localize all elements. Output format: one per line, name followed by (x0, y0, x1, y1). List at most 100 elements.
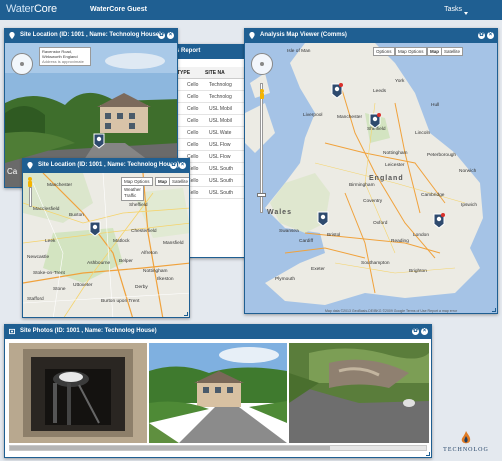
photo-scrollbar-thumb[interactable] (10, 446, 330, 450)
close-icon[interactable]: × (179, 162, 186, 169)
pegman-icon[interactable] (27, 177, 33, 188)
map-attribution: Map data ©2013 GeoBasis-DE/BKG ©2009 Goo… (325, 309, 458, 313)
analysis-map[interactable]: Options Map Options Map Satellite Isle o… (245, 43, 497, 313)
app-logo[interactable]: WaterCore (6, 3, 57, 15)
place-label: Peterborough (427, 153, 457, 158)
map-marker-icon[interactable] (93, 133, 105, 149)
street-view-address: Ravenstor Road, Wirksworth England Addre… (39, 47, 91, 66)
close-icon[interactable]: × (487, 32, 494, 39)
analysis-map-window: Analysis Map Viewer (Comms) ✿ × Options … (244, 28, 498, 314)
place-label: Leek (45, 239, 56, 244)
resize-handle[interactable] (184, 312, 188, 316)
pan-control[interactable] (11, 53, 33, 75)
region-label: Wales (267, 209, 292, 216)
place-label: Isle of Man (287, 49, 311, 54)
place-label: Leeds (373, 89, 387, 94)
resize-handle[interactable] (492, 308, 496, 312)
place-label: Alfreton (141, 251, 158, 256)
place-label: Leicester (385, 163, 405, 168)
place-label: Bristol (327, 233, 341, 238)
pegman-icon[interactable] (259, 89, 265, 100)
map-marker-icon[interactable] (317, 211, 329, 227)
site-location-window-map: Site Location (ID: 1001 , Name: Technolo… (22, 158, 190, 318)
site-location-map[interactable]: Map Options Map Satellite Weather Traffi… (23, 173, 189, 317)
user-label: WaterCore Guest (90, 6, 147, 13)
place-label: Chesterfield (131, 229, 157, 234)
street-view-caption: Ca (7, 167, 18, 176)
site-location-window-title: Site Location (ID: 1001 , Name: Technolo… (23, 159, 189, 173)
place-label: Norwich (459, 169, 477, 174)
column-header-type[interactable]: TYPE (177, 70, 190, 76)
place-label: Ipswich (461, 203, 477, 208)
gear-icon[interactable]: ✿ (170, 162, 177, 169)
map-type-button[interactable]: Map (155, 177, 170, 186)
options-button[interactable]: Options (373, 47, 395, 56)
place-label: Matlock (113, 239, 130, 244)
place-label: Cambridge (421, 193, 445, 198)
place-label: Stone (53, 287, 66, 292)
place-label: Uttoxeter (73, 283, 93, 288)
map-marker-icon[interactable] (89, 221, 101, 237)
map-options-button[interactable]: Map Options (395, 47, 427, 56)
gear-icon[interactable]: ✿ (478, 32, 485, 39)
place-label: Plymouth (275, 277, 295, 282)
analysis-map-window-title: Analysis Map Viewer (Comms) ✿ × (245, 29, 497, 43)
map-pin-icon (249, 32, 255, 39)
building-photo (149, 343, 287, 443)
traffic-option[interactable]: Traffic (124, 193, 141, 199)
zoom-slider[interactable] (29, 187, 32, 207)
top-bar: WaterCore WaterCore Guest Tasks (0, 0, 502, 20)
company-name: TECHNOLOG (443, 447, 489, 453)
place-label: Sheffield (129, 203, 148, 208)
flame-logo-icon (461, 431, 471, 444)
place-label: Belper (119, 259, 133, 264)
column-header-site-name[interactable]: SITE NA (205, 70, 225, 76)
gear-icon[interactable]: ✿ (158, 32, 165, 39)
photo-icon (9, 328, 15, 335)
site-photos-window-title: Site Photos (ID: 1001 , Name: Technolog … (5, 325, 431, 339)
satellite-type-button[interactable]: Satellite (441, 47, 464, 56)
place-label: Ashbourne (87, 261, 111, 266)
place-label: Derby (135, 285, 148, 290)
chevron-down-icon[interactable] (464, 12, 468, 15)
place-label: Burton upon Trent (101, 299, 140, 304)
place-label: York (395, 79, 405, 84)
place-label: Southampton (361, 261, 390, 266)
site-location-window-title: Site Location (ID: 1001 , Name: Technolo… (5, 29, 177, 43)
place-label: Stafford (27, 297, 44, 302)
map-options-dropdown: Weather Traffic (121, 185, 144, 201)
site-photo-2[interactable] (149, 343, 287, 443)
region-label: England (369, 175, 404, 182)
map-marker-icon[interactable] (433, 213, 445, 229)
map-marker-icon[interactable] (369, 113, 381, 129)
place-label: Newcastle (27, 255, 50, 260)
site-photo-1[interactable] (9, 343, 147, 443)
site-photo-image (289, 343, 429, 443)
close-icon[interactable]: × (167, 32, 174, 39)
chamber-photo (9, 343, 147, 443)
place-label: Cardiff (299, 239, 314, 244)
tasks-menu[interactable]: Tasks (444, 6, 462, 13)
zoom-slider-knob[interactable] (257, 193, 266, 197)
map-type-button[interactable]: Map (427, 47, 442, 56)
company-logo: TECHNOLOG (436, 431, 496, 453)
place-label: Ilkeston (157, 277, 174, 282)
gear-icon[interactable]: ✿ (412, 328, 419, 335)
close-icon[interactable]: × (421, 328, 428, 335)
place-label: Exeter (311, 267, 325, 272)
map-pin-icon (27, 162, 33, 169)
place-label: Nottingham (383, 151, 408, 156)
place-label: Mansfield (163, 241, 184, 246)
resize-handle[interactable] (426, 452, 430, 456)
site-photos-window: Site Photos (ID: 1001 , Name: Technolog … (4, 324, 432, 458)
place-label: Brighton (409, 269, 427, 274)
site-photo-3[interactable] (289, 343, 429, 443)
place-label: London (413, 233, 430, 238)
place-label: Lincoln (415, 131, 431, 136)
place-label: Manchester (337, 115, 363, 120)
pan-control[interactable] (251, 53, 273, 75)
place-label: Stoke-on-Trent (33, 271, 65, 276)
satellite-type-button[interactable]: Satellite (169, 177, 189, 186)
place-label: Swansea (279, 229, 299, 234)
map-marker-icon[interactable] (331, 83, 343, 99)
